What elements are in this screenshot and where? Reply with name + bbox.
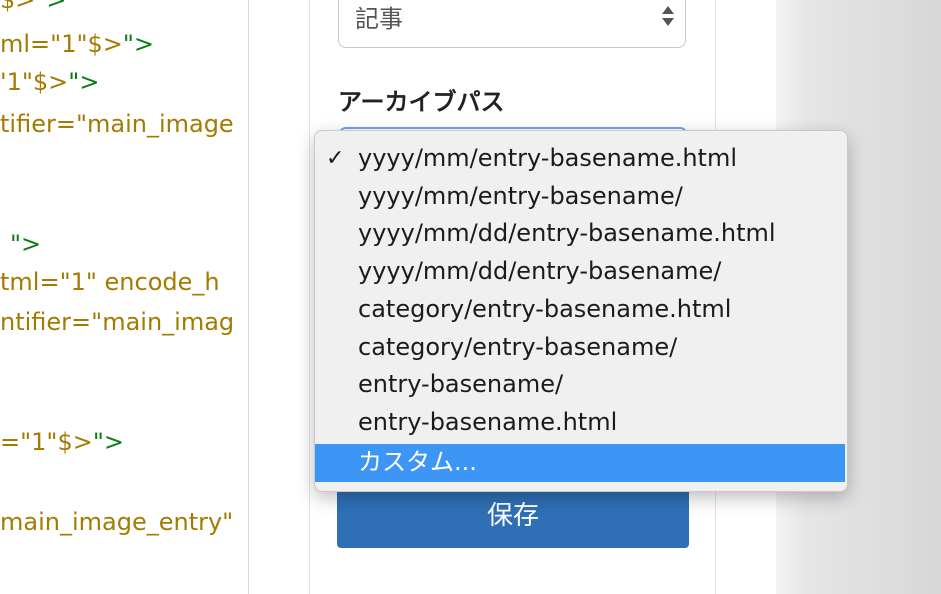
type-select-value: 記事 bbox=[355, 5, 403, 33]
dropdown-option[interactable]: category/entry-basename/ bbox=[315, 329, 845, 367]
dropdown-option[interactable]: yyyy/mm/dd/entry-basename.html bbox=[315, 215, 845, 253]
panel-gutter bbox=[249, 0, 310, 594]
code-line: tifier="main_image bbox=[0, 110, 234, 138]
code-line: "> bbox=[10, 230, 42, 258]
dropdown-option[interactable]: category/entry-basename.html bbox=[315, 291, 845, 329]
checkmark-icon: ✓ bbox=[326, 146, 345, 171]
code-editor[interactable]: $>"> ml="1"$>"> '1"$>"> tifier="main_ima… bbox=[0, 0, 249, 594]
archive-path-label: アーカイブパス bbox=[338, 88, 505, 116]
dropdown-option[interactable]: yyyy/mm/entry-basename/ bbox=[315, 178, 845, 216]
code-line: '1"$>"> bbox=[0, 68, 100, 96]
code-line: tml="1" encode_h bbox=[0, 268, 220, 296]
select-arrows-icon bbox=[662, 6, 674, 26]
code-line: ml="1"$>"> bbox=[0, 30, 155, 58]
dropdown-option-highlighted[interactable]: カスタム... bbox=[315, 444, 845, 482]
dropdown-option[interactable]: entry-basename/ bbox=[315, 366, 845, 404]
dropdown-option[interactable]: yyyy/mm/dd/entry-basename/ bbox=[315, 253, 845, 291]
code-line: ntifier="main_imag bbox=[0, 308, 235, 336]
type-select[interactable]: 記事 bbox=[338, 0, 686, 48]
code-line: ="1"$>"> bbox=[0, 428, 124, 456]
dropdown-option[interactable]: entry-basename.html bbox=[315, 404, 845, 442]
code-line: $>"> bbox=[0, 0, 67, 14]
archive-path-dropdown: ✓ yyyy/mm/entry-basename.html yyyy/mm/en… bbox=[314, 130, 848, 492]
dropdown-option[interactable]: ✓ yyyy/mm/entry-basename.html bbox=[315, 140, 845, 178]
code-line: main_image_entry" bbox=[0, 508, 234, 536]
